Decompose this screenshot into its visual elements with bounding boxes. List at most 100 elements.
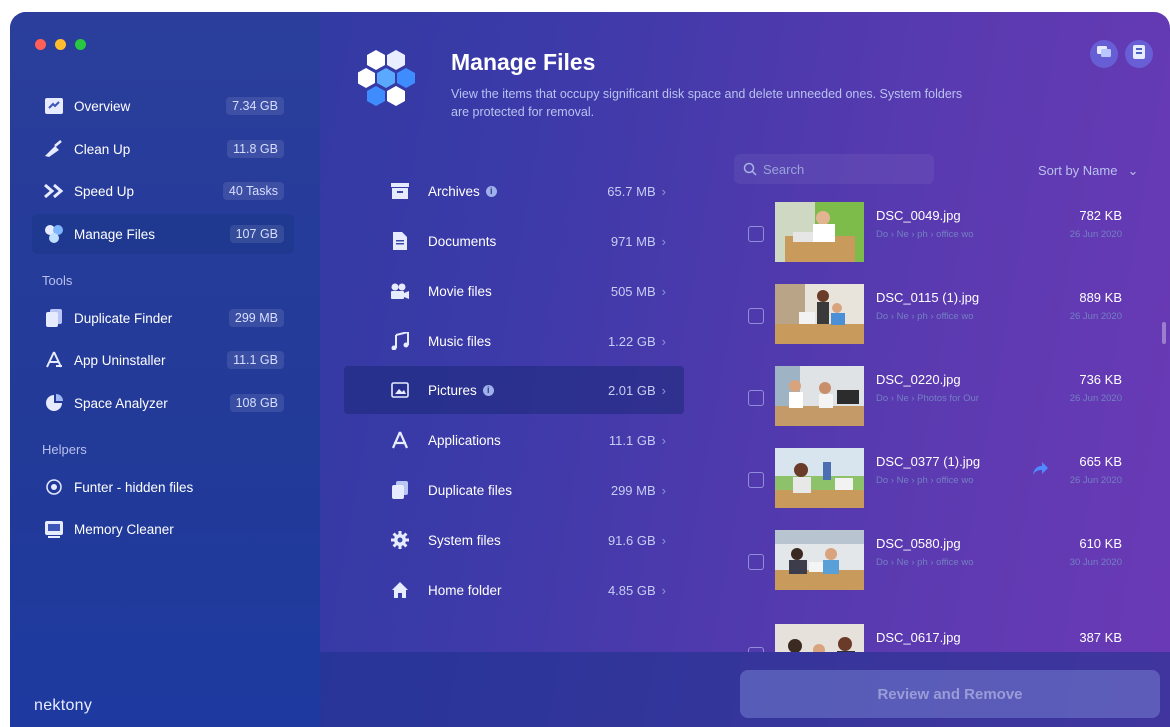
file-thumbnail [775,202,864,262]
review-and-remove-button[interactable]: Review and Remove [740,670,1160,718]
category-size: 91.6 GB [607,532,656,548]
category-size: 65.7 MB [607,183,656,199]
file-size: 610 KB [1079,536,1122,551]
category-label: Music files [428,333,492,349]
chevron-right-icon: › [661,482,666,498]
category-movie-files[interactable]: Movie files 505 MB › [344,267,684,315]
home-icon [390,580,410,600]
file-checkbox[interactable] [748,554,764,570]
file-path: Do › Ne › ph › office wo [876,311,974,322]
chevron-right-icon: › [661,283,666,299]
sidebar-item-app-uninstaller[interactable]: App Uninstaller 11.1 GB [32,340,294,380]
file-date: 26 Jun 2020 [1069,229,1122,240]
file-row[interactable]: DSC_0580.jpg Do › Ne › ph › office wo 61… [710,520,1160,602]
chevron-right-icon: › [661,532,666,548]
sidebar-item-memory-cleaner[interactable]: Memory Cleaner [32,509,294,549]
sidebar-item-space-analyzer[interactable]: Space Analyzer 108 GB [32,383,294,423]
file-size: 387 KB [1079,630,1122,645]
category-size: 2.01 GB [607,382,656,398]
chevron-right-icon: › [661,333,666,349]
file-path: Do › Ne › ph › office wo [876,557,974,568]
category-duplicate-files[interactable]: Duplicate files 299 MB › [344,466,684,514]
helpers-heading: Helpers [42,442,87,457]
page-title: Manage Files [451,49,596,75]
zoom-button[interactable] [75,39,86,50]
sidebar-item-label: Memory Cleaner [74,521,174,537]
category-system-files[interactable]: System files 91.6 GB › [344,516,684,564]
tasks-badge: 40 Tasks [222,182,284,200]
file-row[interactable]: DSC_0377 (1).jpg Do › Ne › ph › office w… [710,438,1160,520]
chat-button[interactable] [1090,40,1118,68]
chevron-right-icon: › [661,432,666,448]
picture-icon [390,380,410,400]
sort-dropdown[interactable]: Sort by Name ⌄ [1038,163,1138,179]
scrollbar[interactable] [1162,322,1166,344]
category-pictures[interactable]: Pictures i 2.01 GB › [344,366,684,414]
file-path: Do › Ne › ph › office wo [876,475,974,486]
chevron-right-icon: › [661,183,666,199]
file-date: 26 Jun 2020 [1069,475,1122,486]
size-badge: 7.34 GB [226,97,284,115]
info-icon[interactable]: i [482,384,494,396]
window-controls [35,39,86,50]
memory-cleaner-icon [42,517,66,541]
tools-heading: Tools [42,273,73,288]
category-label: Applications [428,432,501,448]
sidebar-item-overview[interactable]: Overview 7.34 GB [32,86,294,126]
file-list: DSC_0049.jpg Do › Ne › ph › office wo 78… [710,192,1160,652]
file-checkbox[interactable] [748,226,764,242]
sidebar-item-speed-up[interactable]: Speed Up 40 Tasks [32,171,294,211]
file-path: Do › Ne › ph › office wo [876,229,974,240]
search-field[interactable]: Search [734,154,934,184]
file-row[interactable]: DSC_0049.jpg Do › Ne › ph › office wo 78… [710,192,1160,274]
sidebar-item-manage-files[interactable]: Manage Files 107 GB [32,214,294,254]
file-checkbox[interactable] [748,308,764,324]
nektony-logo: nektony [34,697,93,714]
space-analyzer-icon [42,391,66,415]
file-checkbox[interactable] [748,390,764,406]
sidebar-item-label: Space Analyzer [74,395,168,411]
category-applications[interactable]: Applications 11.1 GB › [344,416,684,464]
category-documents[interactable]: Documents 971 MB › [344,217,684,265]
file-name: DSC_0580.jpg [876,536,961,551]
file-checkbox[interactable] [748,472,764,488]
size-badge: 107 GB [229,225,284,243]
category-size: 971 MB [610,233,656,249]
duplicate-finder-icon [42,306,66,330]
file-row[interactable]: DSC_0115 (1).jpg Do › Ne › ph › office w… [710,274,1160,356]
music-icon [390,331,410,351]
news-button[interactable] [1125,40,1153,68]
file-size: 665 KB [1079,454,1122,469]
category-label: Home folder [428,582,502,598]
file-thumbnail [775,448,864,508]
manage-files-icon [42,222,66,246]
category-home-folder[interactable]: Home folder 4.85 GB › [344,566,684,614]
manage-files-hex-icon [357,48,422,117]
sidebar-item-label: Overview [74,98,131,114]
search-input[interactable]: Search [763,162,804,177]
category-label: System files [428,532,501,548]
file-row[interactable]: DSC_0617.jpg 387 KB [710,602,1160,652]
sidebar-item-label: Funter - hidden files [74,479,194,495]
clean-up-icon [42,137,66,161]
chevron-right-icon: › [661,382,666,398]
category-music-files[interactable]: Music files 1.22 GB › [344,317,684,365]
category-archives[interactable]: Archives i 65.7 MB › [344,167,684,215]
share-icon[interactable] [1032,462,1048,481]
category-size: 1.22 GB [607,333,656,349]
sidebar-item-clean-up[interactable]: Clean Up 11.8 GB [32,129,294,169]
sidebar-item-duplicate-finder[interactable]: Duplicate Finder 299 MB [32,298,294,338]
close-button[interactable] [35,39,46,50]
size-badge: 11.8 GB [227,140,284,158]
info-icon[interactable]: i [485,185,497,197]
file-row[interactable]: DSC_0220.jpg Do › Ne › Photos for Our 73… [710,356,1160,438]
archive-icon [390,181,410,201]
file-size: 736 KB [1079,372,1122,387]
chat-icon [1097,45,1111,63]
document-icon [390,231,410,251]
sidebar-item-funter[interactable]: Funter - hidden files [32,467,294,507]
minimize-button[interactable] [55,39,66,50]
speed-up-icon [42,179,66,203]
file-name: DSC_0617.jpg [876,630,961,645]
chevron-down-icon: ⌄ [1127,163,1139,178]
